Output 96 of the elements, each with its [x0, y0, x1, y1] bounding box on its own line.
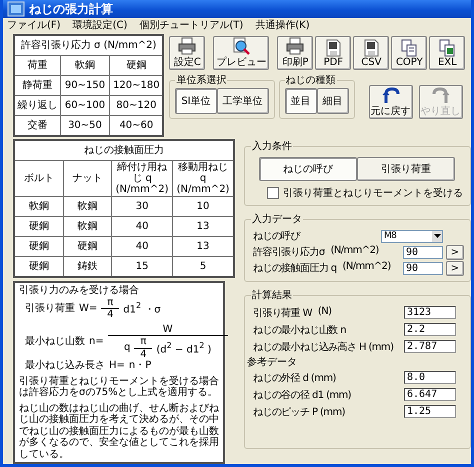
formula-term: d1$^{2}$ ・σ: [123, 301, 161, 316]
table-cell: 軟鋼: [63, 196, 112, 216]
output-field: 1.25: [404, 405, 456, 418]
group-label: ねじの種類: [284, 74, 337, 87]
field-label: ねじの谷の径 d1 (mm): [253, 388, 351, 402]
table-cell: 40: [112, 216, 173, 236]
denominator: 4: [107, 309, 114, 320]
output-field: 6.647: [404, 388, 456, 401]
toggle-button[interactable]: 引張り荷重: [357, 157, 456, 181]
menu-item[interactable]: ファイル(F): [7, 18, 61, 32]
table-cell: 繰り返し: [14, 96, 60, 116]
field-label: ねじの外径 d (mm): [253, 372, 336, 384]
spreadsheet-icon: [438, 38, 456, 56]
unit-label: (N): [318, 306, 332, 318]
magnifier-icon: [232, 37, 250, 55]
numerator: W: [162, 324, 173, 335]
apply-button[interactable]: >: [446, 260, 464, 276]
formula-symbol: H=: [109, 360, 125, 372]
save-button[interactable]: CSV: [353, 36, 390, 70]
table-cell: 30: [112, 196, 173, 216]
formula-heading: 引張り力のみを受ける場合: [19, 285, 140, 296]
window-title: ねじの張力計算: [29, 0, 113, 18]
undo-button[interactable]: 元に戻す: [368, 85, 413, 119]
numerator: π: [140, 336, 146, 348]
field-label: 許容引張り応力σ: [253, 246, 325, 259]
toggle-button[interactable]: ねじの呼び: [259, 157, 358, 181]
column-header: 軟鋼: [60, 56, 110, 76]
table-cell: 硬鋼: [63, 236, 112, 256]
note-text: ねじ山の数はねじ山の曲げ、せん断およびねじ山の接触面圧力を考えて決めるが、その中でねじ山の接触面圧力によるものが最も山数が多くなるので、安全な値としてこれを採用している。: [19, 402, 219, 460]
formula-label: 引張り荷重: [25, 302, 75, 314]
documents-icon: [400, 38, 418, 56]
field-label: ねじの最小ねじ山数 n: [253, 324, 346, 336]
print-button[interactable]: 印刷P: [277, 36, 314, 70]
save-button[interactable]: PDF: [315, 36, 352, 70]
formula-symbol: q: [124, 342, 130, 354]
table-cell: 軟鋼: [14, 196, 64, 216]
formula-label: 最小ねじ込み長さ: [25, 360, 105, 372]
menu-item[interactable]: 共通操作(K): [255, 18, 310, 32]
table-cell: 硬鋼: [14, 236, 64, 256]
group-label: 計算結果: [251, 288, 294, 302]
dropdown[interactable]: M8: [381, 230, 443, 242]
column-header: ナット: [63, 160, 112, 196]
table-cell: 硬鋼: [14, 216, 64, 236]
toggle-button[interactable]: 細目: [316, 88, 349, 114]
output-field: 8.0: [404, 371, 456, 384]
formula-label: 最小ねじ山数: [25, 336, 85, 348]
numerator: π: [107, 296, 114, 308]
group-label: 単位系選択: [175, 74, 228, 87]
group-label: 入力条件: [251, 140, 294, 153]
menu-item[interactable]: 環境設定(C): [72, 18, 128, 32]
toggle-button[interactable]: 工学単位: [216, 88, 269, 114]
formula-symbol: W=: [79, 302, 98, 314]
output-field: 3123: [404, 306, 456, 319]
output-field: 2.2: [404, 323, 456, 336]
dropdown-arrow-icon[interactable]: [434, 234, 440, 238]
toggle-button[interactable]: SI単位: [175, 88, 217, 114]
preview-button[interactable]: プレビュー: [213, 36, 270, 70]
menu-item[interactable]: 個別チュートリアル(T): [139, 18, 244, 32]
toggle-button[interactable]: 並目: [284, 88, 317, 114]
unit-label: (N/mm^2): [342, 261, 391, 274]
section-label: 参考データ: [247, 356, 298, 369]
note-text: 引張り荷重とねじりモーメントを受ける場合は許容応力をσの75%とし上式を適用する。: [19, 376, 219, 398]
field-label: 引張り荷重 W: [253, 306, 312, 320]
app-icon: [7, 0, 25, 18]
column-header: 荷重: [14, 56, 60, 76]
column-header: ボルト: [14, 160, 64, 196]
output-field: 2.787: [404, 340, 456, 353]
field-label: ねじの呼び: [253, 230, 300, 243]
checkbox[interactable]: [267, 187, 280, 199]
redo-arrow-icon: [432, 86, 450, 104]
input-field[interactable]: 90: [403, 246, 443, 258]
checkbox-label[interactable]: 引張り荷重とねじりモーメントを受ける: [283, 186, 464, 200]
input-field[interactable]: 90: [403, 262, 443, 274]
field-label: ねじの最小ねじ込み高さ H (mm): [253, 340, 394, 354]
apply-button[interactable]: >: [446, 244, 464, 260]
print-button[interactable]: 設定C: [169, 36, 206, 70]
printer-icon: [286, 37, 304, 55]
column-header: 移動用ねじ q (N/mm^2): [172, 160, 234, 196]
formula-term: (d$^{2}$ − d1$^{2}$ ): [156, 340, 212, 356]
denominator: 4: [140, 348, 147, 360]
field-label: ねじのピッチ P (mm): [253, 406, 345, 418]
unit-label: (N/mm^2): [330, 245, 379, 258]
table-cell: 40: [112, 236, 173, 256]
group-label: 入力データ: [251, 212, 304, 226]
copy-button[interactable]: EXL: [429, 36, 466, 70]
formula-symbol: n=: [89, 336, 104, 348]
undo-arrow-icon: [382, 86, 400, 104]
table-cell: 90~150: [60, 76, 110, 96]
table-cell: 軟鋼: [63, 216, 112, 236]
table-cell: 静荷重: [14, 76, 60, 96]
formula-term: n・P: [128, 360, 152, 372]
copy-button[interactable]: COPY: [391, 36, 428, 70]
column-header: 締付け用ねじ q (N/mm^2): [112, 160, 173, 196]
table-cell: 60~100: [60, 96, 110, 116]
printer-icon: [178, 37, 196, 55]
field-label: ねじの接触面圧力 q: [253, 262, 337, 275]
